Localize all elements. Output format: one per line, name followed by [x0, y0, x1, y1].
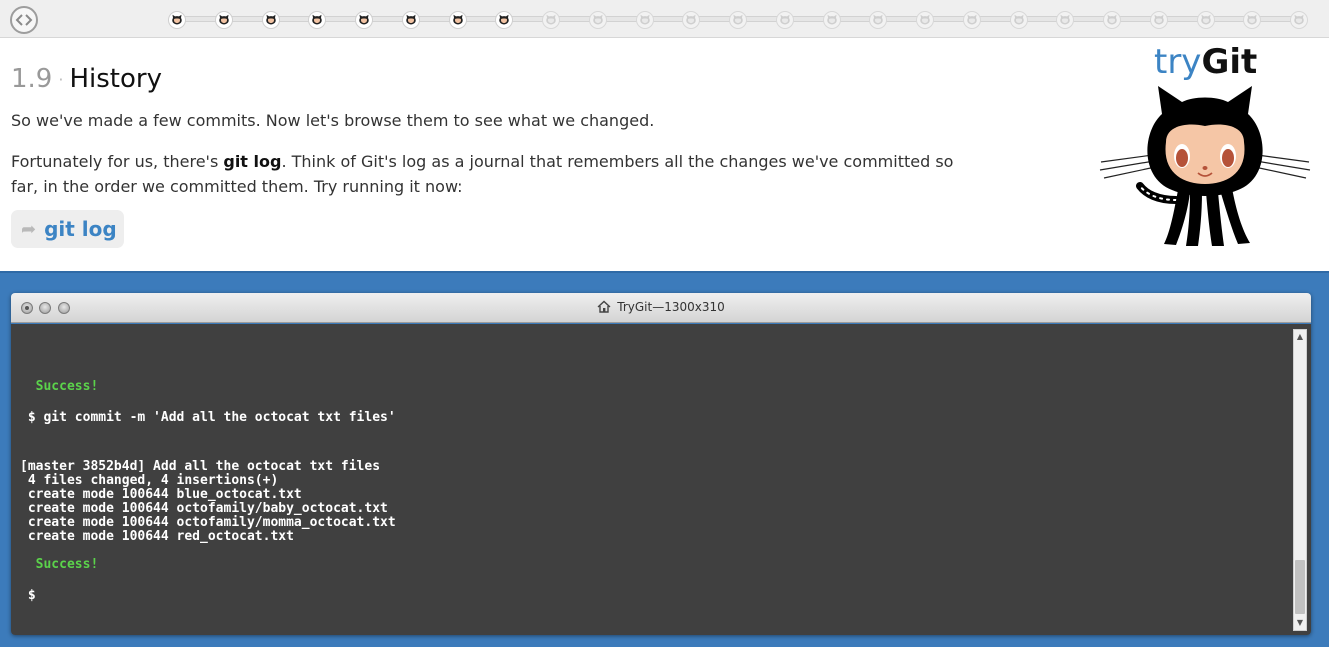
- terminal-titlebar: TryGit—1300x310: [11, 293, 1311, 323]
- terminal-title: TryGit—1300x310: [11, 300, 1311, 314]
- lesson-number: 1.9: [11, 64, 53, 94]
- lesson-intro: So we've made a few commits. Now let's b…: [11, 111, 655, 130]
- console-scrollbar[interactable]: ▲ ▼: [1293, 329, 1307, 631]
- lesson-heading: 1.9 · History: [11, 64, 162, 94]
- pending-step-octocat-icon[interactable]: [1196, 11, 1215, 29]
- pending-step-octocat-icon[interactable]: [588, 11, 607, 29]
- command-label: git log: [44, 217, 117, 241]
- code-brackets-icon: [15, 14, 33, 26]
- console-line: $ git commit -m 'Add all the octocat txt…: [20, 410, 396, 425]
- console-line: create mode 100644 octofamily/momma_octo…: [20, 515, 396, 530]
- scroll-down-icon[interactable]: ▼: [1294, 616, 1306, 630]
- completed-step-octocat-icon[interactable]: [168, 11, 186, 29]
- console-line: create mode 100644 blue_octocat.txt: [20, 487, 302, 502]
- terminal-title-text: TryGit—1300x310: [617, 300, 725, 314]
- console-line: Success!: [20, 379, 99, 394]
- pending-step-octocat-icon[interactable]: [1009, 11, 1028, 29]
- pending-step-octocat-icon[interactable]: [962, 11, 981, 29]
- pending-step-octocat-icon[interactable]: [775, 11, 794, 29]
- body-text-before: Fortunately for us, there's: [11, 152, 224, 171]
- scroll-up-icon[interactable]: ▲: [1294, 330, 1306, 344]
- console-line: Success!: [20, 557, 99, 572]
- pending-step-octocat-icon[interactable]: [1290, 11, 1308, 29]
- pending-step-octocat-icon[interactable]: [682, 11, 701, 29]
- body-keyword: git log: [223, 152, 282, 171]
- console-line: [master 3852b4d] Add all the octocat txt…: [20, 459, 381, 474]
- completed-step-octocat-icon[interactable]: [495, 11, 514, 29]
- lesson-body: Fortunately for us, there's git log. Thi…: [11, 149, 971, 199]
- console-prompt: $: [20, 588, 36, 603]
- trygit-page: 1.9 · History So we've made a few commits.…: [0, 0, 1329, 647]
- heading-separator: ·: [58, 70, 64, 89]
- pending-step-octocat-icon[interactable]: [1149, 11, 1168, 29]
- scroll-thumb[interactable]: [1295, 560, 1305, 614]
- pending-step-octocat-icon[interactable]: [542, 11, 560, 29]
- pending-step-octocat-icon[interactable]: [1243, 11, 1262, 29]
- pending-step-octocat-icon[interactable]: [1103, 11, 1121, 29]
- pending-step-octocat-icon[interactable]: [822, 11, 841, 29]
- logo-try: try: [1154, 42, 1202, 82]
- completed-step-octocat-icon[interactable]: [214, 11, 233, 29]
- pending-step-octocat-icon[interactable]: [869, 11, 888, 29]
- course-nav-button[interactable]: [10, 6, 38, 34]
- console-line: create mode 100644 red_octocat.txt: [20, 529, 294, 544]
- octocat-icon: [1099, 86, 1311, 246]
- trygit-logo: tryGit: [1154, 42, 1257, 82]
- console-line: 4 files changed, 4 insertions(+): [20, 473, 279, 488]
- pending-step-octocat-icon[interactable]: [1056, 11, 1075, 29]
- completed-step-octocat-icon[interactable]: [401, 11, 420, 29]
- progress-bar: [0, 0, 1329, 38]
- terminal-window: TryGit—1300x310 Success! $ git commit -m…: [11, 293, 1311, 635]
- logo-git: Git: [1201, 42, 1258, 82]
- lesson-title: History: [69, 64, 162, 94]
- console-line: create mode 100644 octofamily/baby_octoc…: [20, 501, 388, 516]
- completed-step-octocat-icon[interactable]: [308, 11, 327, 29]
- pending-step-octocat-icon[interactable]: [635, 11, 654, 29]
- progress-track: [168, 11, 1312, 29]
- terminal-console[interactable]: Success! $ git commit -m 'Add all the oc…: [11, 324, 1311, 635]
- run-command-button[interactable]: ➦ git log: [11, 210, 124, 248]
- home-icon: [597, 300, 611, 313]
- completed-step-octocat-icon[interactable]: [448, 11, 467, 29]
- completed-step-octocat-icon[interactable]: [355, 11, 373, 29]
- pending-step-octocat-icon[interactable]: [729, 11, 747, 29]
- completed-step-octocat-icon[interactable]: [261, 11, 280, 29]
- console-output: Success! $ git commit -m 'Add all the oc…: [20, 324, 396, 603]
- arrow-icon: ➦: [21, 218, 37, 240]
- pending-step-octocat-icon[interactable]: [916, 11, 934, 29]
